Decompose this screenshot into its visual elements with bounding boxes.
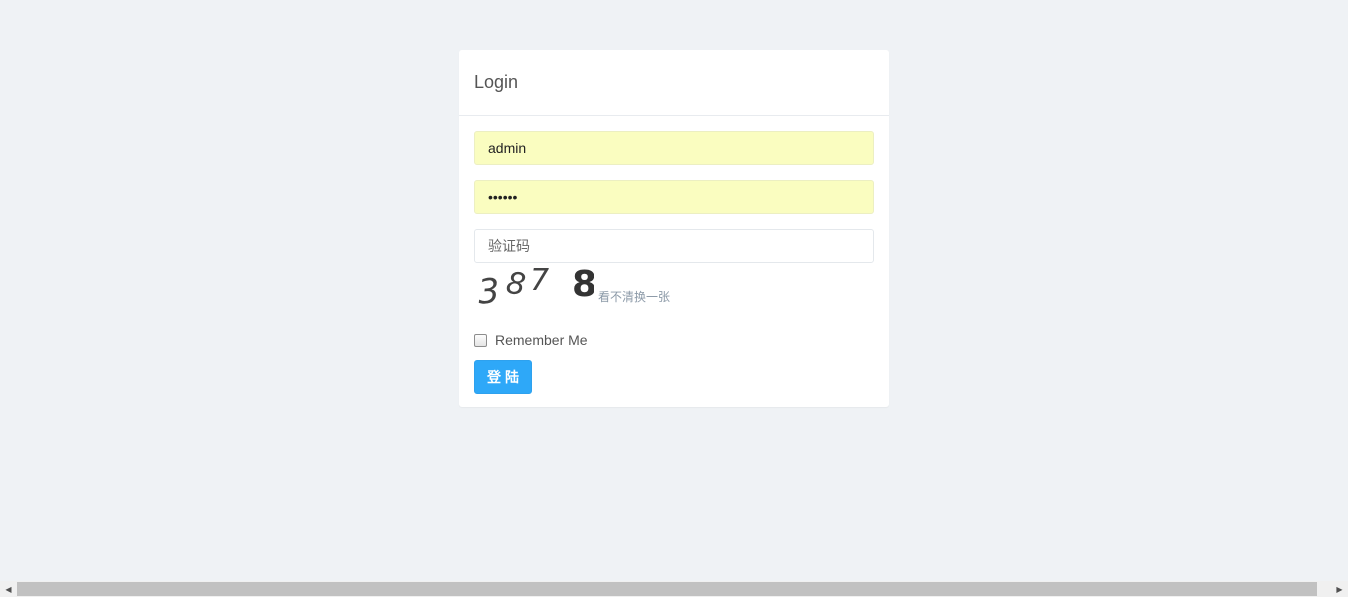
login-page: Login 3 8 7 8 看不清换一张 Remember Me 登陆 bbox=[0, 0, 1348, 597]
remember-me-row[interactable]: Remember Me bbox=[474, 331, 874, 349]
captcha-char: 3 bbox=[477, 271, 501, 309]
captcha-refresh-link[interactable]: 看不清换一张 bbox=[598, 288, 670, 305]
captcha-char: 8 bbox=[572, 264, 594, 305]
captcha-input[interactable] bbox=[474, 229, 874, 263]
remember-me-checkbox[interactable] bbox=[474, 333, 487, 347]
scroll-left-arrow-icon[interactable]: ◀ bbox=[0, 581, 17, 597]
scroll-right-arrow-icon[interactable]: ▶ bbox=[1331, 581, 1348, 597]
scrollbar-thumb[interactable] bbox=[17, 582, 1317, 596]
captcha-char: 8 bbox=[504, 266, 528, 303]
horizontal-scrollbar[interactable]: ◀ ▶ bbox=[0, 581, 1348, 597]
password-field[interactable] bbox=[474, 180, 874, 214]
username-field[interactable] bbox=[474, 131, 874, 165]
login-card: Login 3 8 7 8 看不清换一张 Remember Me 登陆 bbox=[459, 50, 889, 407]
captcha-row: 3 8 7 8 看不清换一张 bbox=[474, 263, 874, 309]
captcha-image[interactable]: 3 8 7 8 bbox=[474, 263, 594, 309]
login-card-header: Login bbox=[459, 50, 889, 116]
login-title: Login bbox=[474, 72, 519, 92]
captcha-char: 7 bbox=[530, 263, 549, 298]
login-button[interactable]: 登陆 bbox=[474, 360, 532, 394]
login-form: 3 8 7 8 看不清换一张 Remember Me 登陆 bbox=[459, 116, 889, 394]
remember-me-label[interactable]: Remember Me bbox=[495, 332, 588, 348]
